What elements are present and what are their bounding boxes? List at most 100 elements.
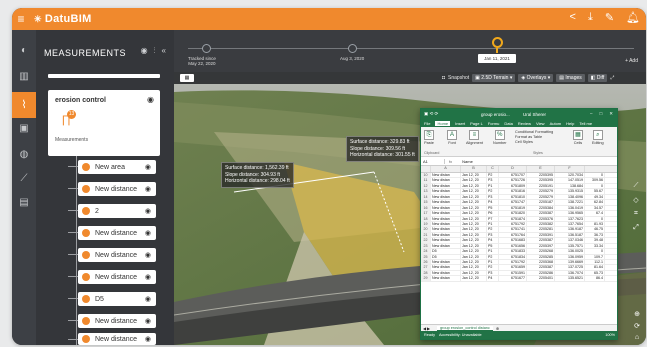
- row-number[interactable]: 21: [421, 232, 431, 238]
- alignment-button[interactable]: ≡ Alignment: [466, 130, 483, 145]
- row-number[interactable]: 29: [421, 276, 431, 281]
- eye-icon[interactable]: ◉: [145, 295, 151, 303]
- table-cell[interactable]: 136.7074: [555, 270, 585, 276]
- table-cell[interactable]: 6751809: [499, 183, 527, 189]
- row-number[interactable]: 17: [421, 211, 431, 216]
- table-cell[interactable]: 136.0959: [555, 254, 585, 259]
- table-cell[interactable]: Jan 12, 20: [461, 200, 487, 205]
- ribbon-tab[interactable]: Autom: [550, 121, 562, 126]
- table-cell[interactable]: New distan: [431, 260, 461, 265]
- row-number[interactable]: 26: [421, 260, 431, 265]
- table-cell[interactable]: 46.75: [585, 227, 605, 232]
- table-cell[interactable]: 6751834: [499, 254, 527, 259]
- table-cell[interactable]: New distan: [431, 194, 461, 200]
- table-cell[interactable]: 2205191: [527, 183, 555, 189]
- table-cell[interactable]: 2205285: [527, 254, 555, 259]
- snapshot-icon[interactable]: ◘: [442, 74, 445, 82]
- table-cell[interactable]: 2205397: [527, 243, 555, 249]
- overlays-button[interactable]: ◈ Overlays ▾: [518, 74, 554, 82]
- row-number[interactable]: 22: [421, 238, 431, 243]
- excel-window[interactable]: ▣ ⟲ ⟳ group erosio... Ural Sherer – □ ✕ …: [420, 108, 618, 340]
- draw-area-icon[interactable]: ◇: [633, 196, 638, 204]
- table-cell[interactable]: 6751683: [499, 238, 527, 243]
- table-cell[interactable]: 6751833: [499, 249, 527, 254]
- table-cell[interactable]: New distan: [431, 205, 461, 211]
- measurement-group-card[interactable]: erosion control ◉ ∏ 13 Measurements: [48, 90, 160, 156]
- table-cell[interactable]: 0: [585, 249, 605, 254]
- table-cell[interactable]: 2205395: [527, 173, 555, 178]
- table-cell[interactable]: 2205268: [527, 249, 555, 254]
- measurement-item[interactable]: New distance ◉: [68, 270, 156, 284]
- table-cell[interactable]: 2205387: [527, 265, 555, 270]
- table-cell[interactable]: 62.84: [585, 200, 605, 205]
- timeline-current-marker[interactable]: [492, 37, 503, 48]
- table-cell[interactable]: P4: [487, 238, 499, 243]
- table-cell[interactable]: 6751726: [499, 178, 527, 183]
- eye-icon[interactable]: ◉: [145, 229, 151, 237]
- table-cell[interactable]: 6751792: [499, 221, 527, 227]
- download-icon[interactable]: ⤓: [588, 11, 593, 24]
- table-cell[interactable]: 2205281: [527, 227, 555, 232]
- table-cell[interactable]: P2: [487, 254, 499, 259]
- table-cell[interactable]: 81.64: [585, 265, 605, 270]
- table-cell[interactable]: New distan: [431, 243, 461, 249]
- row-number[interactable]: 25: [421, 254, 431, 259]
- table-cell[interactable]: Jan 12, 20: [461, 243, 487, 249]
- ribbon-tab[interactable]: View: [536, 121, 545, 126]
- table-cell[interactable]: P2: [487, 173, 499, 178]
- images-button[interactable]: ▤ Images: [556, 74, 585, 82]
- table-cell[interactable]: 309.56: [585, 178, 605, 183]
- table-cell[interactable]: 109.7: [585, 254, 605, 259]
- eye-icon[interactable]: ◉: [145, 335, 151, 343]
- layers-icon[interactable]: ◐: [17, 44, 31, 58]
- table-cell[interactable]: P5: [487, 243, 499, 249]
- table-cell[interactable]: Jan 12, 20: [461, 276, 487, 281]
- table-cell[interactable]: Jan 12, 20: [461, 249, 487, 254]
- row-number[interactable]: 18: [421, 216, 431, 221]
- measurement-item[interactable]: New distance ◉: [68, 182, 156, 196]
- table-cell[interactable]: 138.4096: [555, 194, 585, 200]
- table-cell[interactable]: Jan 12, 20: [461, 205, 487, 211]
- table-cell[interactable]: 112.1: [585, 260, 605, 265]
- table-cell[interactable]: 55.67: [585, 189, 605, 194]
- layer-select-icon[interactable]: ▦: [180, 74, 194, 82]
- row-number[interactable]: 27: [421, 265, 431, 270]
- row-number[interactable]: 24: [421, 249, 431, 254]
- table-cell[interactable]: Jan 12, 20: [461, 183, 487, 189]
- table-cell[interactable]: 2205187: [527, 200, 555, 205]
- table-cell[interactable]: 6751810: [499, 194, 527, 200]
- measurement-item[interactable]: New area ◉: [68, 160, 156, 174]
- table-cell[interactable]: P5: [487, 205, 499, 211]
- hamburger-menu-icon[interactable]: ≡: [12, 12, 30, 26]
- row-number[interactable]: 10: [421, 173, 431, 178]
- table-cell[interactable]: 2205286: [527, 270, 555, 276]
- eye-icon[interactable]: ◉: [145, 251, 151, 259]
- rotate-icon[interactable]: ⟳: [634, 322, 640, 330]
- measurement-item[interactable]: New distance ◉: [68, 333, 156, 345]
- collapse-icon[interactable]: «: [162, 46, 166, 56]
- close-icon[interactable]: ✕: [609, 111, 613, 117]
- draw-line-icon[interactable]: ⟋: [634, 182, 639, 190]
- table-cell[interactable]: 67.4: [585, 211, 605, 216]
- timeline-node[interactable]: [202, 44, 211, 53]
- table-cell[interactable]: 136.0025: [555, 249, 585, 254]
- measurement-item[interactable]: New distance ◉: [68, 314, 156, 328]
- table-cell[interactable]: P4: [487, 276, 499, 281]
- table-cell[interactable]: 139.6669: [555, 260, 585, 265]
- eye-icon[interactable]: ◉: [145, 317, 151, 325]
- sheet-nav-icon[interactable]: ◀ ▶: [423, 326, 430, 331]
- table-cell[interactable]: 147.0519: [555, 178, 585, 183]
- ribbon-tab[interactable]: File: [424, 121, 430, 126]
- visibility-icon[interactable]: ◉: [141, 46, 148, 56]
- table-cell[interactable]: 0: [585, 216, 605, 221]
- table-cell[interactable]: Jan 12, 20: [461, 178, 487, 183]
- row-number[interactable]: 20: [421, 227, 431, 232]
- table-cell[interactable]: Jan 12, 20: [461, 270, 487, 276]
- cell-styles-button[interactable]: Cell Styles: [515, 140, 553, 145]
- formula-input[interactable]: Name: [452, 159, 473, 164]
- table-cell[interactable]: P2: [487, 265, 499, 270]
- table-cell[interactable]: 6751677: [499, 276, 527, 281]
- table-cell[interactable]: 2205368: [527, 260, 555, 265]
- filter-icon[interactable]: ⫶: [154, 46, 156, 56]
- table-cell[interactable]: 0: [585, 183, 605, 189]
